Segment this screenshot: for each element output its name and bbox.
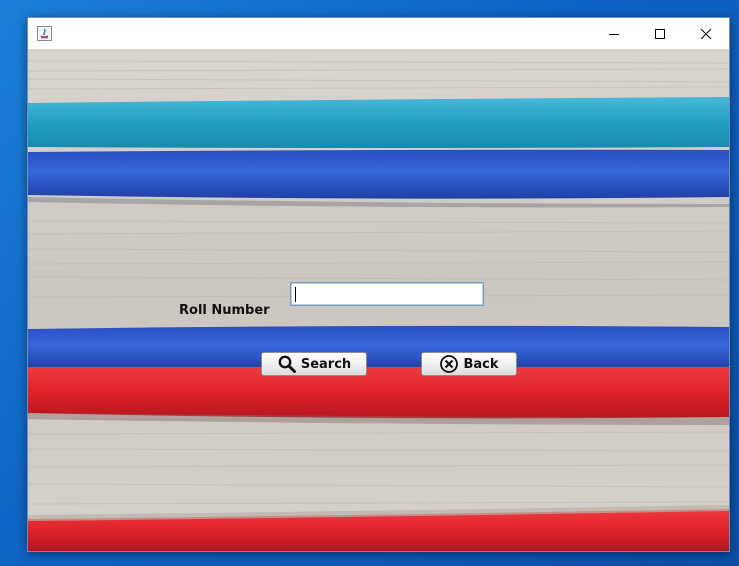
maximize-icon	[655, 28, 665, 39]
maximize-button[interactable]	[637, 18, 683, 49]
search-button[interactable]: Search	[261, 352, 367, 376]
search-icon	[278, 355, 296, 373]
minimize-icon	[609, 33, 619, 35]
back-button[interactable]: Back	[421, 352, 517, 376]
close-button[interactable]	[683, 18, 729, 49]
text-caret	[295, 287, 296, 302]
back-button-label: Back	[463, 356, 499, 372]
search-button-label: Search	[300, 356, 352, 372]
roll-number-label: Roll Number	[179, 303, 270, 318]
minimize-button[interactable]	[591, 18, 637, 49]
close-icon	[700, 28, 712, 39]
roll-number-input[interactable]	[290, 282, 484, 306]
title-bar[interactable]	[28, 18, 729, 49]
app-window: Roll Number Search Back	[27, 17, 730, 552]
cancel-circle-icon	[440, 355, 459, 373]
content-panel: Roll Number Search Back	[28, 49, 729, 551]
java-app-icon	[37, 26, 52, 41]
